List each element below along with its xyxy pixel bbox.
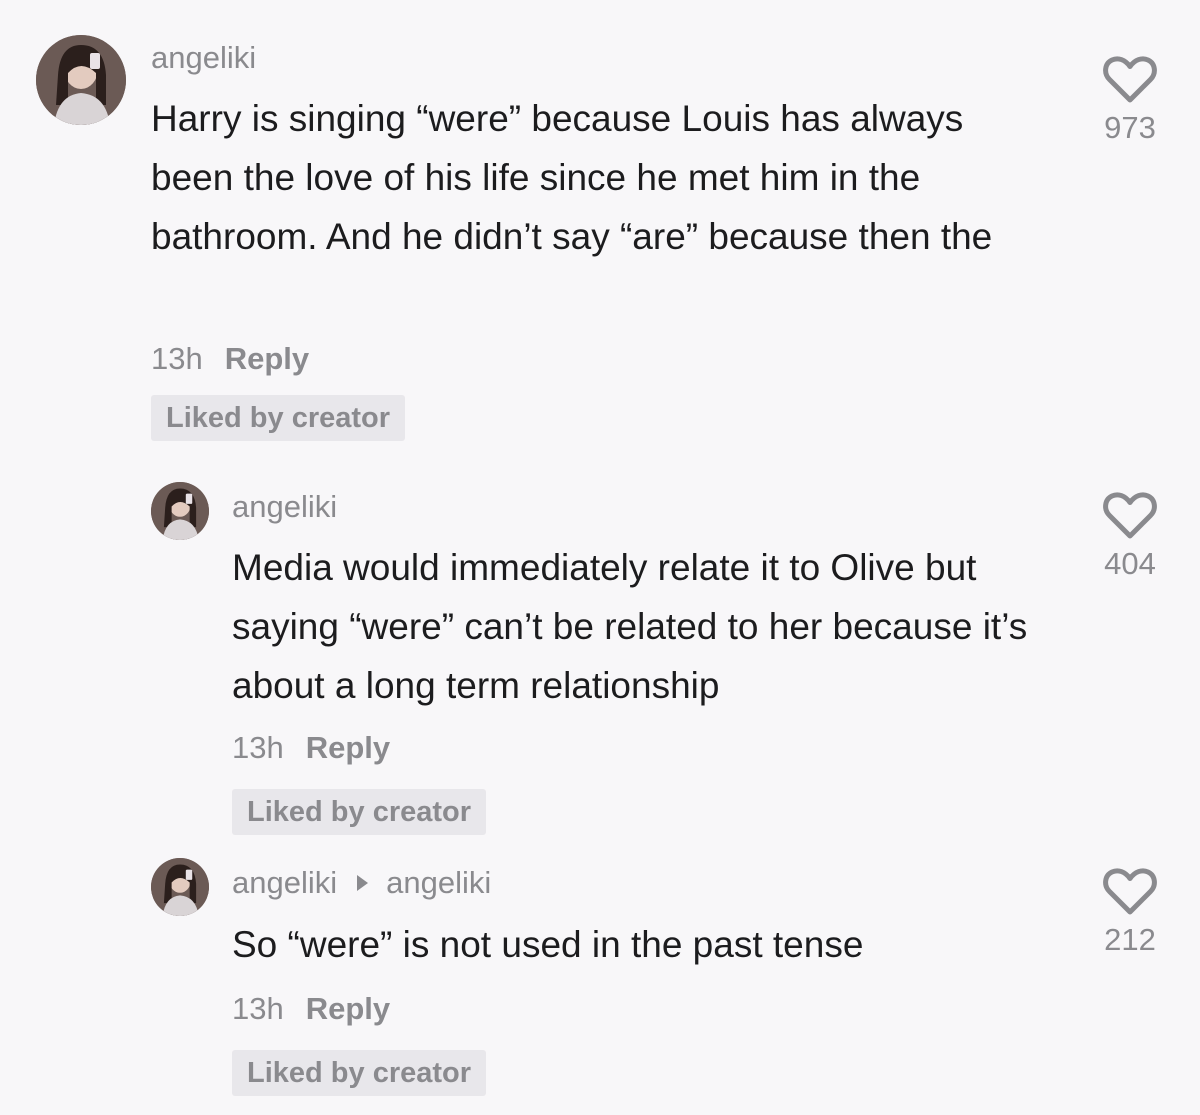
avatar[interactable] [36,35,126,125]
reply-to-arrow-icon [357,875,369,891]
heart-icon[interactable] [1103,492,1157,540]
reply-button[interactable]: Reply [306,991,390,1026]
reply-button[interactable]: Reply [306,730,390,765]
comment-username[interactable]: angeliki [151,40,256,76]
like-button[interactable]: 404 [1090,492,1170,582]
reply-button[interactable]: Reply [225,341,309,376]
liked-by-creator-badge: Liked by creator [151,395,406,441]
like-count: 404 [1104,546,1156,581]
avatar-photo-icon [36,35,126,125]
avatar[interactable] [151,482,209,540]
comment-username-line: angeliki angeliki [232,865,491,901]
comment-timestamp: 13h [232,991,284,1026]
liked-by-creator-badge: Liked by creator [232,1050,487,1096]
comment-text: Harry is singing “were” because Louis ha… [151,98,993,257]
avatar-photo-icon [151,858,209,916]
liked-by-creator-badge: Liked by creator [232,789,487,835]
comment: angeliki Harry is singing “were” because… [0,0,1200,460]
comment-meta: 13h Reply [151,341,309,377]
like-count: 973 [1104,110,1156,145]
comment-meta: 13h Reply [232,730,390,766]
comment-text: So “were” is not used in the past tense [232,924,864,965]
avatar-photo-icon [151,482,209,540]
reply-comment: angeliki angeliki So “were” is not used i… [0,840,1200,1115]
comment-username[interactable]: angeliki [232,865,337,900]
replied-to-username[interactable]: angeliki [386,865,491,900]
reply-comment: angeliki Media would immediately relate … [0,460,1200,840]
heart-icon[interactable] [1103,868,1157,916]
comment-text: Media would immediately relate it to Oli… [232,547,1028,706]
comment-timestamp: 13h [151,341,203,376]
like-button[interactable]: 973 [1090,56,1170,146]
like-button[interactable]: 212 [1090,868,1170,958]
like-count: 212 [1104,922,1156,957]
heart-icon[interactable] [1103,56,1157,104]
avatar[interactable] [151,858,209,916]
comment-timestamp: 13h [232,730,284,765]
comment-username[interactable]: angeliki [232,489,337,525]
comment-meta: 13h Reply [232,991,390,1027]
